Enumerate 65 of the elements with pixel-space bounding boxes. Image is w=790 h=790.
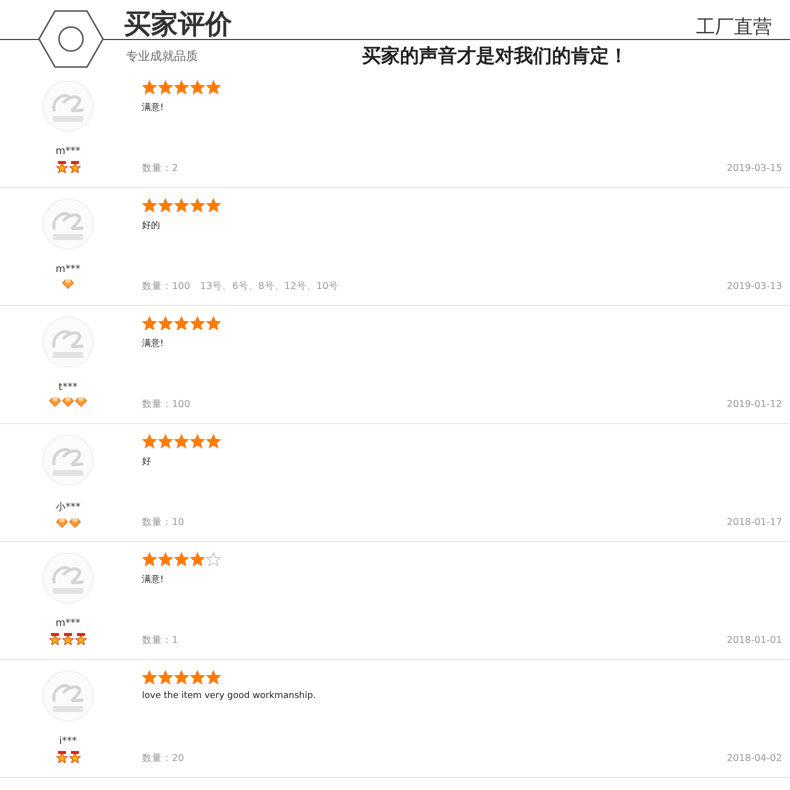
star-icon bbox=[174, 198, 189, 213]
star-icon bbox=[206, 80, 221, 95]
star-icon bbox=[206, 198, 221, 213]
review-date: 2018-01-17 bbox=[726, 517, 782, 528]
hex-nut-icon bbox=[38, 10, 104, 68]
star-icon bbox=[142, 434, 157, 449]
order-quantity: 数量：20 bbox=[142, 752, 184, 765]
review-date: 2019-01-12 bbox=[726, 399, 782, 410]
star-icon bbox=[174, 670, 189, 685]
avatar-icon bbox=[42, 670, 94, 722]
star-icon bbox=[174, 316, 189, 331]
star-icon bbox=[142, 316, 157, 331]
review-date: 2018-04-02 bbox=[726, 753, 782, 764]
review-comment: 好的 bbox=[142, 220, 160, 232]
review-date: 2019-03-15 bbox=[726, 163, 782, 174]
avatar-icon bbox=[42, 80, 94, 132]
order-quantity: 数量：10 bbox=[142, 516, 184, 529]
username: t*** bbox=[58, 382, 78, 393]
tagline: 工厂直营 bbox=[696, 15, 772, 40]
star-icon bbox=[142, 552, 157, 567]
avatar-icon bbox=[42, 434, 94, 486]
order-quantity: 数量：1 bbox=[142, 634, 178, 647]
review-comment: 满意! bbox=[142, 574, 164, 586]
star-icon bbox=[174, 80, 189, 95]
star-icon bbox=[206, 316, 221, 331]
star-icon bbox=[190, 198, 205, 213]
star-icon bbox=[158, 198, 173, 213]
order-quantity: 数量：100 bbox=[142, 398, 190, 411]
star-icon bbox=[206, 670, 221, 685]
slogan: 买家的声音才是对我们的肯定！ bbox=[362, 44, 628, 69]
star-icon bbox=[158, 434, 173, 449]
order-quantity: 数量：100 13号、6号、8号、12号、10号 bbox=[142, 280, 338, 293]
star-icon bbox=[142, 198, 157, 213]
star-icon bbox=[174, 552, 189, 567]
username: m*** bbox=[56, 264, 80, 275]
username: i*** bbox=[59, 736, 77, 747]
review-date: 2019-03-13 bbox=[726, 281, 782, 292]
star-icon bbox=[190, 552, 205, 567]
section-title: 买家评价 bbox=[124, 10, 232, 40]
star-icon bbox=[158, 552, 173, 567]
star-icon bbox=[158, 670, 173, 685]
star-icon bbox=[174, 434, 189, 449]
subtitle: 专业成就品质 bbox=[126, 48, 199, 64]
star-icon bbox=[190, 434, 205, 449]
star-icon bbox=[190, 316, 205, 331]
star-icon bbox=[158, 316, 173, 331]
star-icon bbox=[190, 670, 205, 685]
star-icon bbox=[142, 670, 157, 685]
review-comment: 好 bbox=[142, 456, 151, 468]
avatar-icon bbox=[42, 316, 94, 368]
review-comment: love the item very good workmanship. bbox=[142, 691, 316, 701]
username: m*** bbox=[56, 618, 80, 629]
star-icon bbox=[142, 80, 157, 95]
review-comment: 满意! bbox=[142, 102, 164, 114]
order-quantity: 数量：2 bbox=[142, 162, 178, 175]
star-icon bbox=[158, 80, 173, 95]
username: 小*** bbox=[56, 500, 80, 514]
username: m*** bbox=[56, 146, 80, 157]
review-comment: 满意! bbox=[142, 338, 164, 350]
star-icon bbox=[206, 434, 221, 449]
avatar-icon bbox=[42, 552, 94, 604]
review-date: 2018-01-01 bbox=[726, 635, 782, 646]
avatar-icon bbox=[42, 198, 94, 250]
star-icon bbox=[190, 80, 205, 95]
star-icon bbox=[206, 552, 221, 567]
